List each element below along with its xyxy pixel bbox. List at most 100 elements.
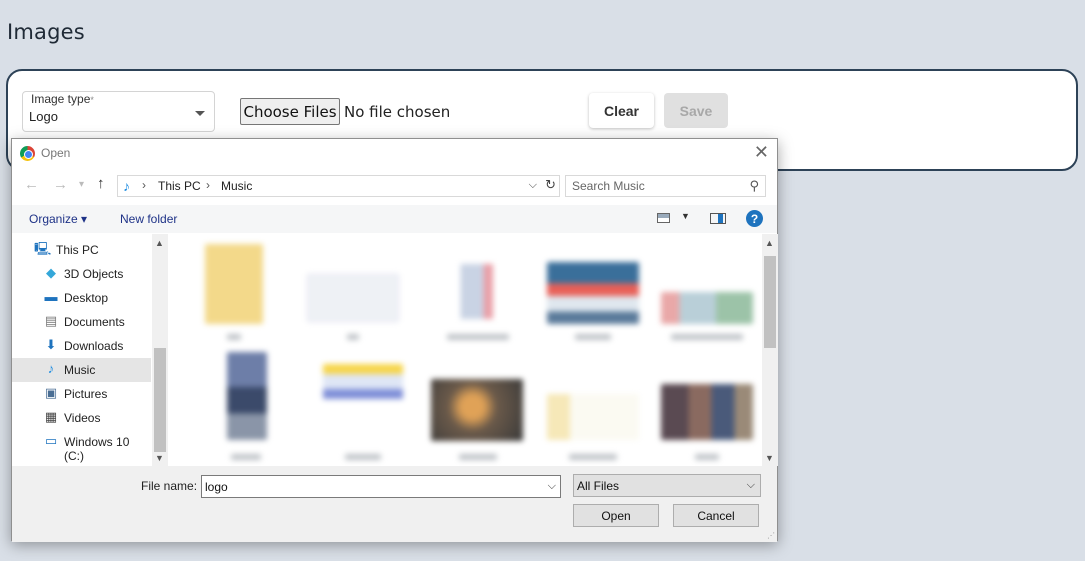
navigation-pane: 🖳 This PC ◆ 3D Objects ▬ Desktop ▤ Docum… bbox=[12, 234, 168, 466]
nav-item-documents[interactable]: ▤ Documents bbox=[12, 310, 151, 334]
chevron-down-icon[interactable]: ▼ bbox=[681, 211, 690, 221]
nav-item-videos[interactable]: ▦ Videos bbox=[12, 406, 151, 430]
open-button[interactable]: Open bbox=[573, 504, 659, 527]
cube-icon: ◆ bbox=[46, 265, 56, 280]
address-bar-row: ← → ▾ ↑ ♪ › This PC › Music ⌵ ↻ Search M… bbox=[12, 172, 777, 200]
nav-item-3d-objects[interactable]: ◆ 3D Objects bbox=[12, 262, 151, 286]
scroll-down-icon[interactable]: ▼ bbox=[765, 453, 774, 463]
nav-pane-scrollbar[interactable]: ▲ ▼ bbox=[152, 234, 168, 466]
file-caption bbox=[231, 454, 261, 460]
breadcrumb-this-pc[interactable]: This PC bbox=[158, 179, 201, 193]
file-caption bbox=[447, 334, 509, 340]
nav-item-label: Documents bbox=[64, 315, 125, 329]
file-thumbnail[interactable] bbox=[661, 292, 753, 344]
file-status-text: No file chosen bbox=[344, 103, 451, 121]
image-preview bbox=[323, 364, 403, 414]
search-input[interactable]: Search Music ⚲ bbox=[565, 175, 766, 197]
file-type-value: All Files bbox=[577, 479, 620, 493]
file-thumbnail[interactable] bbox=[547, 394, 639, 462]
file-thumbnail[interactable] bbox=[205, 244, 265, 344]
file-caption bbox=[695, 454, 719, 460]
forward-arrow-icon[interactable]: → bbox=[53, 176, 68, 193]
recent-locations-chevron-icon[interactable]: ▾ bbox=[79, 179, 84, 190]
chrome-icon bbox=[20, 146, 35, 161]
image-preview bbox=[433, 264, 525, 319]
breadcrumb-music[interactable]: Music bbox=[221, 179, 252, 193]
image-type-select[interactable]: Image type* Logo bbox=[22, 91, 215, 132]
file-caption bbox=[671, 334, 743, 340]
desktop-icon: ▬ bbox=[44, 289, 58, 304]
scrollbar-thumb[interactable] bbox=[764, 256, 776, 348]
image-preview bbox=[307, 274, 399, 322]
preview-pane-icon[interactable] bbox=[710, 213, 726, 224]
back-arrow-icon[interactable]: ← bbox=[24, 176, 39, 193]
nav-item-windows-c[interactable]: ▭ Windows 10 (C:) bbox=[12, 430, 151, 464]
breadcrumb-separator-icon: › bbox=[206, 178, 210, 192]
image-preview bbox=[547, 394, 639, 440]
nav-item-label: Music bbox=[64, 363, 96, 377]
search-placeholder: Search Music bbox=[572, 179, 645, 193]
refresh-icon[interactable]: ↻ bbox=[545, 177, 556, 193]
nav-item-this-pc[interactable]: 🖳 This PC bbox=[12, 238, 151, 262]
scroll-down-icon[interactable]: ▼ bbox=[155, 453, 164, 463]
file-thumbnail[interactable] bbox=[661, 384, 753, 462]
file-thumbnail[interactable] bbox=[431, 379, 523, 462]
file-type-select[interactable]: All Files ⌵ bbox=[573, 474, 761, 497]
download-icon: ⬇ bbox=[45, 337, 57, 352]
file-name-label: File name: bbox=[141, 479, 198, 493]
file-name-value: logo bbox=[205, 480, 228, 494]
document-icon: ▤ bbox=[44, 313, 58, 328]
nav-item-label: Pictures bbox=[64, 387, 108, 401]
close-icon[interactable]: ✕ bbox=[754, 142, 769, 163]
new-folder-button[interactable]: New folder bbox=[120, 212, 177, 226]
file-thumbnail[interactable] bbox=[227, 352, 269, 462]
folder-icon bbox=[205, 244, 263, 324]
film-icon: ▦ bbox=[44, 409, 58, 424]
dialog-footer: File name: logo ⌵ All Files ⌵ Open Cance… bbox=[12, 466, 777, 542]
organize-menu[interactable]: Organize ▾ bbox=[29, 212, 87, 226]
image-preview bbox=[547, 262, 639, 324]
file-caption bbox=[575, 334, 611, 340]
change-view-icon[interactable] bbox=[657, 213, 670, 223]
nav-item-label: Videos bbox=[64, 411, 101, 425]
address-bar[interactable]: ♪ › This PC › Music ⌵ ↻ bbox=[117, 175, 560, 197]
open-file-dialog: Open ✕ ← → ▾ ↑ ♪ › This PC › Music ⌵ ↻ S… bbox=[11, 138, 778, 542]
image-type-value: Logo bbox=[29, 109, 58, 124]
nav-item-label: Desktop bbox=[64, 291, 109, 305]
nav-item-label: 3D Objects bbox=[64, 267, 124, 281]
file-pane-scrollbar[interactable]: ▲ ▼ bbox=[762, 234, 778, 466]
file-thumbnail[interactable] bbox=[433, 254, 525, 344]
choose-files-button[interactable]: Choose Files bbox=[240, 98, 340, 125]
file-thumbnail[interactable] bbox=[319, 354, 407, 462]
file-list-pane bbox=[169, 234, 762, 466]
file-name-input[interactable]: logo ⌵ bbox=[201, 475, 561, 498]
nav-item-label: Windows 10 (C:) bbox=[64, 435, 130, 463]
nav-item-music[interactable]: ♪ Music bbox=[12, 358, 151, 382]
file-caption bbox=[345, 454, 381, 460]
nav-item-desktop[interactable]: ▬ Desktop bbox=[12, 286, 151, 310]
breadcrumb-separator-icon: › bbox=[142, 178, 146, 192]
image-preview bbox=[661, 292, 753, 324]
scroll-up-icon[interactable]: ▲ bbox=[155, 238, 164, 248]
save-button[interactable]: Save bbox=[664, 93, 728, 128]
help-icon[interactable]: ? bbox=[746, 210, 763, 227]
scrollbar-thumb[interactable] bbox=[154, 348, 166, 452]
file-caption bbox=[569, 454, 617, 460]
clear-button[interactable]: Clear bbox=[589, 93, 654, 128]
music-note-icon: ♪ bbox=[47, 361, 55, 376]
nav-item-pictures[interactable]: ▣ Pictures bbox=[12, 382, 151, 406]
drive-icon: ▭ bbox=[44, 433, 58, 448]
nav-item-downloads[interactable]: ⬇ Downloads bbox=[12, 334, 151, 358]
dialog-toolbar: Organize ▾ New folder ▼ ? bbox=[12, 205, 777, 233]
file-thumbnail[interactable] bbox=[307, 274, 399, 344]
file-thumbnail[interactable] bbox=[547, 262, 639, 344]
search-icon: ⚲ bbox=[749, 178, 759, 193]
image-preview bbox=[431, 379, 523, 441]
scroll-up-icon[interactable]: ▲ bbox=[765, 238, 774, 248]
resize-grip-icon[interactable]: ⋰ bbox=[767, 531, 775, 540]
chevron-down-icon[interactable]: ⌵ bbox=[548, 480, 556, 493]
up-arrow-icon[interactable]: ↑ bbox=[97, 175, 105, 192]
nav-item-label: Downloads bbox=[64, 339, 124, 353]
chevron-down-icon[interactable]: ⌵ bbox=[529, 179, 537, 192]
cancel-button[interactable]: Cancel bbox=[673, 504, 759, 527]
